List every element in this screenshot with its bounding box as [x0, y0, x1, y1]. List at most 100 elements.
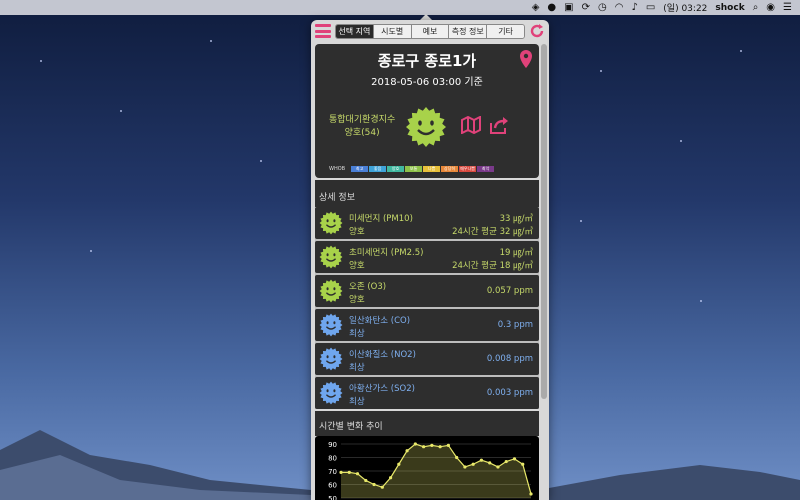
data-point [529, 492, 533, 496]
notification-center-icon[interactable]: ☰ [783, 0, 792, 15]
scale-segment: 매우나쁨 [459, 166, 477, 172]
tab-selected-region[interactable]: 선택 지역 [336, 24, 374, 38]
scrollbar[interactable] [541, 44, 547, 399]
sync-icon[interactable]: ⟳ [582, 0, 590, 15]
pollutant-row[interactable]: 아황산가스 (SO2) 최상 0.003 ppm [315, 377, 539, 409]
scale-segment: 양호 [387, 166, 405, 172]
pollutant-grade: 최상 [349, 329, 365, 339]
data-point [388, 476, 393, 480]
pollutant-value: 0.057 ppm [486, 286, 533, 296]
pollutant-row[interactable]: 이산화질소 (NO2) 최상 0.008 ppm [315, 343, 539, 375]
summary-card: 종로구 종로1가 2018-05-06 03:00 기준 통합대기환경지수 양호… [315, 44, 539, 178]
location-pin-icon[interactable] [519, 50, 533, 68]
chat-icon[interactable]: ● [547, 0, 556, 15]
tab-forecast[interactable]: 예보 [411, 24, 450, 38]
data-point [430, 443, 434, 447]
data-point [455, 455, 459, 460]
data-point [479, 458, 484, 462]
data-point [380, 485, 384, 489]
menubar: ◈ ● ▣ ⟳ ◷ ◠ ♪ ▭ (일) 03:22 shock ⌕ ◉ ☰ [0, 0, 800, 15]
data-point [364, 478, 368, 483]
scale-segment: 나쁨 [423, 166, 441, 172]
spotlight-icon[interactable]: ⌕ [753, 0, 759, 15]
pollutant-row[interactable]: 미세먼지 (PM10) 양호 33 ㎍/㎥ 24시간 평균 32 ㎍/㎥ [315, 207, 539, 239]
details-list: 미세먼지 (PM10) 양호 33 ㎍/㎥ 24시간 평균 32 ㎍/㎥ 초미세먼지 (… [315, 207, 539, 409]
pollutant-row[interactable]: 오존 (O3) 양호 0.057 ppm [315, 275, 539, 307]
pollutant-name: 이산화질소 (NO2) [349, 350, 416, 360]
good-face-icon [406, 107, 446, 147]
tab-etc[interactable]: 기타 [487, 24, 524, 38]
scale-segment: 최악 [477, 166, 495, 172]
dropbox-icon[interactable]: ◈ [532, 0, 540, 15]
aqi-index: 통합대기환경지수 양호(54) [329, 114, 395, 140]
pollutant-row[interactable]: 초미세먼지 (PM2.5) 양호 19 ㎍/㎥ 24시간 평균 18 ㎍/㎥ [315, 241, 539, 273]
y-tick-label: 60 [328, 482, 337, 490]
chart-title: 시간별 변화 추이 [315, 411, 539, 436]
tab-measurement-info[interactable]: 측정 정보 [449, 24, 488, 38]
data-point [488, 461, 492, 465]
y-tick-label: 80 [328, 455, 337, 463]
scale-segment: 보통 [405, 166, 423, 172]
data-point [504, 459, 508, 464]
scale-segment: 최고 [351, 166, 369, 172]
tab-by-city[interactable]: 시도별 [373, 24, 412, 38]
pollutant-row[interactable]: 일산화탄소 (CO) 최상 0.3 ppm [315, 309, 539, 341]
pollutant-grade: 양호 [349, 261, 365, 271]
pollutant-name: 초미세먼지 (PM2.5) [349, 248, 424, 258]
datetime[interactable]: (일) 03:22 [663, 1, 707, 14]
measure-time: 2018-05-06 03:00 기준 [371, 77, 483, 88]
pollutant-value: 0.3 ppm [497, 320, 533, 330]
pollutant-average: 24시간 평균 18 ㎍/㎥ [452, 261, 533, 271]
pollutant-value: 0.008 ppm [486, 354, 533, 364]
data-point [438, 445, 442, 449]
good-face-icon [319, 245, 343, 269]
data-point [496, 465, 500, 469]
pollutant-average: 24시간 평균 32 ㎍/㎥ [452, 227, 533, 237]
aqi-value: 양호(54) [344, 128, 380, 138]
siri-icon[interactable]: ◉ [766, 0, 775, 15]
data-point [521, 462, 525, 466]
air-quality-popover: 선택 지역 시도별 예보 측정 정보 기타 종로구 종로1가 2018-05-0… [311, 20, 549, 500]
data-point [355, 472, 360, 476]
content: 종로구 종로1가 2018-05-06 03:00 기준 통합대기환경지수 양호… [315, 44, 539, 500]
battery-icon[interactable]: ▭ [646, 0, 655, 15]
pollutant-grade: 양호 [349, 227, 365, 237]
topbar: 선택 지역 시도별 예보 측정 정보 기타 [311, 20, 549, 42]
pollutant-name: 미세먼지 (PM10) [349, 214, 413, 224]
whob-label: WHOB [329, 166, 346, 172]
y-tick-label: 90 [328, 441, 337, 449]
data-point [463, 465, 467, 469]
pollutant-name: 아황산가스 (SO2) [349, 384, 415, 394]
app-icon[interactable]: ▣ [564, 0, 573, 15]
scale-segment: 상당히 [441, 166, 459, 172]
action-icons [461, 116, 509, 134]
data-point [372, 482, 376, 487]
volume-icon[interactable]: ♪ [631, 0, 637, 15]
map-icon[interactable] [461, 116, 481, 134]
data-point [413, 442, 417, 446]
share-icon[interactable] [489, 116, 509, 134]
menu-icon[interactable] [315, 24, 331, 38]
hourly-chart: 506070809004시07시10시13시16시19시22시01시 [315, 436, 539, 500]
data-point [397, 462, 401, 466]
pollutant-value: 0.003 ppm [486, 388, 533, 398]
username[interactable]: shock [715, 3, 744, 13]
refresh-icon[interactable] [529, 23, 545, 39]
pollutant-name: 오존 (O3) [349, 282, 387, 292]
pollutant-grade: 최상 [349, 363, 365, 373]
best-face-icon [319, 347, 343, 371]
pollutant-grade: 최상 [349, 397, 365, 407]
pollutant-value: 19 ㎍/㎥ [499, 248, 533, 258]
data-point [422, 445, 426, 449]
aqi-label: 통합대기환경지수 [329, 115, 396, 125]
data-point [446, 443, 450, 447]
best-face-icon [319, 313, 343, 337]
pollutant-name: 일산화탄소 (CO) [349, 316, 411, 326]
wifi-icon[interactable]: ◠ [615, 0, 624, 15]
tab-bar: 선택 지역 시도별 예보 측정 정보 기타 [335, 23, 525, 39]
data-point [339, 470, 343, 474]
pollutant-grade: 양호 [349, 295, 365, 305]
time-machine-icon[interactable]: ◷ [598, 0, 607, 15]
y-tick-label: 50 [328, 495, 337, 500]
y-tick-label: 70 [328, 468, 337, 476]
